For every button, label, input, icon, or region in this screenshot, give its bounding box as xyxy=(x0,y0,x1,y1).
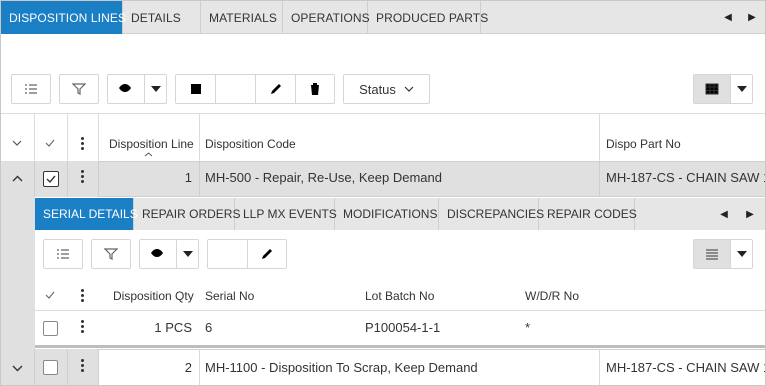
column-header-wdr-no[interactable]: W/D/R No xyxy=(525,289,579,303)
tab-repair-codes[interactable]: REPAIR CODES xyxy=(539,198,637,230)
record-actions-group xyxy=(175,74,335,104)
visibility-button[interactable] xyxy=(108,75,146,103)
trash-icon xyxy=(310,83,320,95)
sub-list-layout-button[interactable] xyxy=(694,240,732,268)
open-detail-button[interactable] xyxy=(176,75,216,103)
checkmark-icon xyxy=(46,175,56,184)
list-view-button[interactable] xyxy=(11,74,51,104)
filter-button[interactable] xyxy=(59,74,99,104)
expand-row-chevron-icon[interactable] xyxy=(12,365,23,372)
filter-icon xyxy=(72,83,86,95)
row-dispo-part-no: MH-187-CS - CHAIN SAW 18 xyxy=(606,170,766,185)
row-disposition-code: MH-500 - Repair, Re-Use, Keep Demand xyxy=(205,170,442,185)
tab-scroll-left-icon[interactable]: ◀ xyxy=(717,1,739,34)
tab-operations[interactable]: OPERATIONS xyxy=(283,1,370,34)
sub-row-lot-batch-no: P100054-1-1 xyxy=(365,320,441,335)
column-header-dispo-part-no[interactable]: Dispo Part No xyxy=(606,137,681,151)
row-menu-icon[interactable] xyxy=(80,170,84,183)
chevron-down-icon xyxy=(404,86,414,92)
table-grid-icon xyxy=(705,83,719,95)
view-mode-dropdown-button[interactable] xyxy=(731,75,752,103)
sub-view-mode-dropdown-button[interactable] xyxy=(731,240,752,268)
tab-materials[interactable]: MATERIALS xyxy=(201,1,283,34)
plus-icon xyxy=(221,248,234,260)
row-checkbox[interactable] xyxy=(43,360,58,375)
main-tab-bar: DISPOSITION LINES DETAILS MATERIALS OPER… xyxy=(1,1,765,34)
plus-icon xyxy=(229,83,242,95)
disposition-lines-panel: DISPOSITION LINES DETAILS MATERIALS OPER… xyxy=(0,0,766,386)
sub-row-disposition-qty: 1 PCS xyxy=(154,320,192,335)
expand-all-chevron-icon[interactable] xyxy=(12,140,22,146)
subtab-scroll-left-icon[interactable]: ◀ xyxy=(713,198,735,230)
table-view-button[interactable] xyxy=(694,75,732,103)
row-dispo-part-no: MH-187-CS - CHAIN SAW 18 xyxy=(606,360,766,375)
tab-llp-mx-events[interactable]: LLP MX EVENTS xyxy=(235,198,337,230)
filter-icon xyxy=(104,248,118,260)
nested-indent-gutter xyxy=(1,197,35,351)
add-button[interactable] xyxy=(216,75,256,103)
column-header-disposition-qty[interactable]: Disposition Qty xyxy=(113,289,194,303)
caret-down-icon xyxy=(182,251,193,257)
collapse-row-chevron-icon[interactable] xyxy=(12,175,23,182)
sub-record-actions-group xyxy=(207,239,287,269)
sub-row-serial-no: 6 xyxy=(205,320,213,335)
row-checkbox[interactable] xyxy=(43,171,59,187)
column-header-lot-batch-no[interactable]: Lot Batch No xyxy=(365,289,434,303)
sub-select-all-check-icon[interactable] xyxy=(45,291,55,299)
row-disposition-line: 1 xyxy=(184,170,192,185)
header-top-divider xyxy=(1,113,765,114)
column-header-serial-no[interactable]: Serial No xyxy=(205,289,254,303)
visibility-dropdown-button[interactable] xyxy=(145,75,166,103)
eye-settings-icon xyxy=(119,84,133,95)
status-dropdown-button[interactable]: Status xyxy=(343,74,430,104)
sub-visibility-button[interactable] xyxy=(140,240,178,268)
caret-down-icon xyxy=(736,251,747,257)
sub-row-wdr-no: * xyxy=(525,320,531,335)
tab-produced-parts[interactable]: PRODUCED PARTS xyxy=(368,1,488,34)
subtab-scroll-right-icon[interactable]: ▶ xyxy=(739,198,761,230)
sort-ascending-icon xyxy=(144,152,153,157)
column-header-disposition-code[interactable]: Disposition Code xyxy=(205,137,296,151)
sub-row-checkbox[interactable] xyxy=(43,321,58,336)
tab-details[interactable]: DETAILS xyxy=(123,1,201,34)
caret-down-icon xyxy=(150,86,161,92)
sub-row-menu-icon[interactable] xyxy=(80,320,84,333)
sub-list-view-button[interactable] xyxy=(43,239,83,269)
sub-tab-bar: SERIAL DETAILS REPAIR ORDERS LLP MX EVEN… xyxy=(35,198,765,230)
sub-visibility-group xyxy=(139,239,199,269)
edit-button[interactable] xyxy=(256,75,296,103)
eye-settings-icon xyxy=(151,249,165,260)
tab-discrepancies[interactable]: DISCREPANCIES xyxy=(439,198,544,230)
lines-icon xyxy=(706,249,719,260)
caret-down-icon xyxy=(736,86,747,92)
column-header-disposition-line[interactable]: Disposition Line xyxy=(109,137,194,151)
tab-disposition-lines[interactable]: DISPOSITION LINES xyxy=(1,1,126,34)
sub-add-button[interactable] xyxy=(208,240,248,268)
select-all-check-icon[interactable] xyxy=(45,139,55,147)
header-column-menu-icon[interactable] xyxy=(80,137,84,150)
delete-button[interactable] xyxy=(296,75,334,103)
list-icon xyxy=(57,249,69,259)
pencil-icon xyxy=(270,84,281,94)
list-icon xyxy=(25,84,37,94)
sub-visibility-dropdown-button[interactable] xyxy=(177,240,198,268)
row-disposition-line: 2 xyxy=(184,360,192,375)
tab-serial-details[interactable]: SERIAL DETAILS xyxy=(35,198,138,230)
sub-view-mode-group xyxy=(693,239,753,269)
sub-filter-button[interactable] xyxy=(91,239,131,269)
tab-modifications[interactable]: MODIFICATIONS xyxy=(335,198,439,230)
tab-scroll-right-icon[interactable]: ▶ xyxy=(741,1,763,34)
visibility-group xyxy=(107,74,167,104)
row-disposition-code: MH-1100 - Disposition To Scrap, Keep Dem… xyxy=(205,360,478,375)
sub-header-column-menu-icon[interactable] xyxy=(80,289,84,302)
sub-edit-button[interactable] xyxy=(248,240,287,268)
view-mode-group xyxy=(693,74,753,104)
tab-repair-orders[interactable]: REPAIR ORDERS xyxy=(134,198,240,230)
pencil-icon xyxy=(261,249,272,259)
row-menu-icon[interactable] xyxy=(80,359,84,372)
open-detail-icon xyxy=(190,84,201,94)
status-label: Status xyxy=(359,81,396,97)
